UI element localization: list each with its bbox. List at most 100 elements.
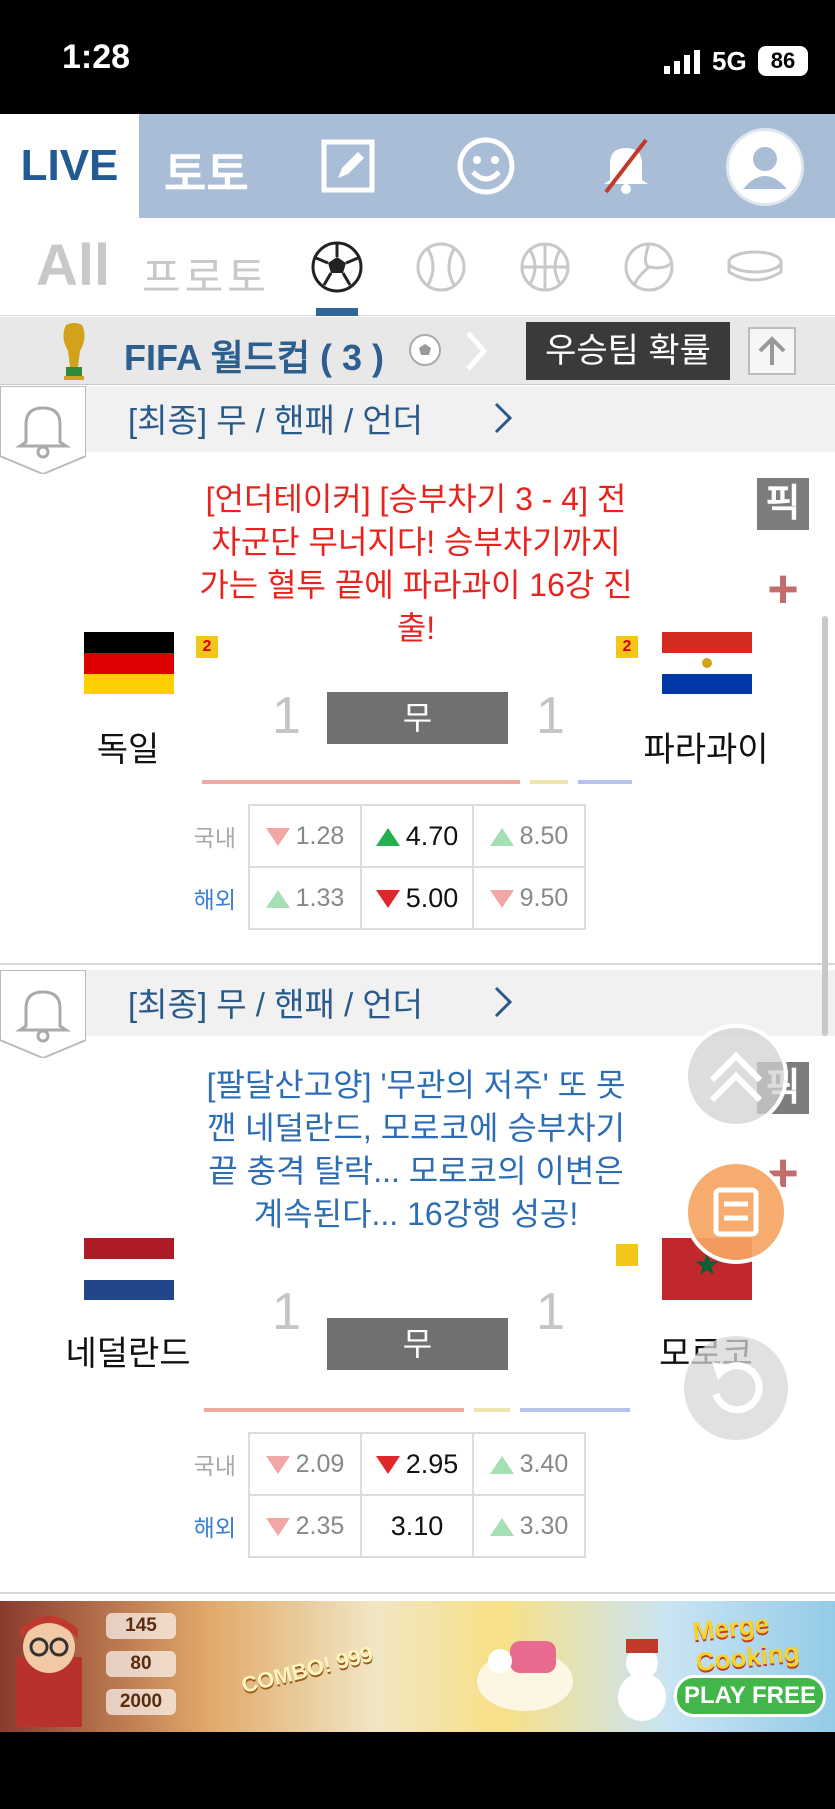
odds-cell[interactable]: 3.10 xyxy=(360,1494,474,1558)
tab-proto[interactable]: 프로토 xyxy=(142,244,270,305)
home-rank-badge: 2 xyxy=(196,636,218,658)
refresh-button[interactable] xyxy=(684,1336,788,1440)
germany-flag-icon xyxy=(84,632,174,694)
bell-icon[interactable] xyxy=(0,970,86,1058)
list-menu-button[interactable] xyxy=(684,1160,788,1264)
chevron-right-icon[interactable] xyxy=(492,400,516,436)
overseas-label: 해외 xyxy=(193,1515,236,1541)
overseas-label: 해외 xyxy=(193,887,236,913)
odds-cell[interactable]: 2.35 xyxy=(248,1494,362,1558)
up-arrow-icon xyxy=(489,827,514,846)
soccer-ball-icon xyxy=(409,334,441,366)
edit-icon[interactable] xyxy=(316,134,380,198)
basketball-icon[interactable] xyxy=(518,240,572,294)
ad-stat: 80 xyxy=(106,1651,176,1677)
away-rank-badge: 2 xyxy=(616,636,638,658)
down-arrow-icon xyxy=(265,1517,290,1536)
down-arrow-icon xyxy=(375,890,400,909)
tab-live[interactable]: LIVE xyxy=(0,114,139,218)
odds-cell[interactable]: 8.50 xyxy=(472,804,586,868)
tab-all[interactable]: All xyxy=(36,232,110,299)
odds-row-domestic: 국내 1.28 4.70 8.50 xyxy=(181,804,586,868)
sport-tabs: All 프로토 xyxy=(0,218,835,316)
home-odds-bar xyxy=(204,1408,464,1412)
arrow-up-icon xyxy=(758,336,786,365)
odds-cell[interactable]: 2.09 xyxy=(248,1432,362,1496)
match-headline[interactable]: [언더테이커] [승부차기 3 - 4] 전차군단 무너지다! 승부차기까지 가… xyxy=(196,478,636,650)
odds-cell[interactable]: 5.00 xyxy=(360,866,474,930)
home-odds-bar xyxy=(202,780,520,784)
baseball-icon[interactable] xyxy=(414,240,468,294)
play-free-button[interactable]: PLAY FREE xyxy=(674,1675,826,1717)
odds-table: 국내 1.28 4.70 8.50 해외 1.33 5.00 9.50 xyxy=(181,804,586,930)
active-tab-indicator xyxy=(316,308,358,316)
home-score: 1 xyxy=(272,687,301,745)
away-team-name[interactable]: 파라과이 xyxy=(606,722,806,771)
odds-cell[interactable]: 4.70 xyxy=(360,804,474,868)
match-result: 무 xyxy=(327,692,508,744)
down-arrow-icon xyxy=(265,1455,290,1474)
volleyball-icon[interactable] xyxy=(622,240,676,294)
refresh-icon xyxy=(712,1362,763,1414)
food-icon xyxy=(477,1641,573,1711)
odds-row-domestic: 국내 2.09 2.95 3.40 xyxy=(181,1432,586,1496)
divider xyxy=(0,963,835,965)
double-chevron-up-icon xyxy=(709,1051,763,1103)
divider xyxy=(0,1592,835,1594)
tab-toto[interactable]: 토토 xyxy=(164,138,249,204)
domestic-label: 국내 xyxy=(193,825,236,851)
clock: 1:28 xyxy=(62,38,131,76)
soccer-ball-icon[interactable] xyxy=(310,240,364,294)
bell-off-icon[interactable] xyxy=(594,134,658,198)
scroll-top-button[interactable] xyxy=(684,1024,788,1128)
away-score: 1 xyxy=(536,687,565,745)
up-arrow-icon xyxy=(265,889,290,908)
ad-stat: 2000 xyxy=(106,1689,176,1715)
down-arrow-icon xyxy=(489,889,514,908)
odds-cell[interactable]: 9.50 xyxy=(472,866,586,930)
draw-odds-bar xyxy=(474,1408,510,1412)
world-cup-trophy-icon xyxy=(63,323,85,380)
match-result: 무 xyxy=(327,1318,508,1370)
battery-icon: 86 xyxy=(758,46,808,76)
bottom-bar xyxy=(0,1732,835,1809)
bell-icon[interactable] xyxy=(0,386,86,474)
away-odds-bar xyxy=(520,1408,630,1412)
chevron-right-icon[interactable] xyxy=(462,329,490,373)
pick-button[interactable]: 픽 xyxy=(757,478,809,530)
add-button[interactable]: + xyxy=(762,562,804,616)
home-team-name[interactable]: 네덜란드 xyxy=(28,1326,228,1375)
up-arrow-icon xyxy=(489,1455,514,1474)
match-status[interactable]: [최종] 무 / 핸패 / 언더 xyxy=(128,394,423,442)
match-headline[interactable]: [팔달산고양] '무관의 저주' 또 못 깬 네덜란드, 모로코에 승부차기 끝… xyxy=(196,1064,636,1236)
odds-row-overseas: 해외 1.33 5.00 9.50 xyxy=(181,866,586,930)
ad-combo-text: COMBO! 999 xyxy=(238,1641,376,1698)
home-score: 1 xyxy=(272,1283,301,1341)
domestic-label: 국내 xyxy=(193,1453,236,1479)
home-team-name[interactable]: 독일 xyxy=(28,722,228,771)
win-probability-button[interactable]: 우승팀 확률 xyxy=(526,322,730,380)
odds-cell[interactable]: 1.28 xyxy=(248,804,362,868)
away-rank-badge xyxy=(616,1244,638,1266)
smile-icon[interactable] xyxy=(454,134,518,198)
ad-banner[interactable]: 145 80 2000 COMBO! 999 Merge Cooking PLA… xyxy=(0,1601,835,1732)
scrollbar[interactable] xyxy=(822,616,828,1036)
odds-row-overseas: 해외 2.35 3.10 3.30 xyxy=(181,1494,586,1558)
odds-cell[interactable]: 3.30 xyxy=(472,1494,586,1558)
odds-cell[interactable]: 1.33 xyxy=(248,866,362,930)
down-arrow-icon xyxy=(375,1456,400,1475)
up-arrow-icon xyxy=(489,1517,514,1536)
scroll-up-button[interactable] xyxy=(748,327,796,375)
league-name[interactable]: FIFA 월드컵 ( 3 ) xyxy=(124,329,384,381)
odds-cell[interactable]: 2.95 xyxy=(360,1432,474,1496)
profile-avatar[interactable] xyxy=(726,128,804,206)
status-bar: 1:28 5G 86 xyxy=(0,0,835,114)
network-label: 5G xyxy=(712,46,747,76)
chevron-right-icon[interactable] xyxy=(492,984,516,1020)
game-character-icon xyxy=(16,1616,82,1727)
odds-cell[interactable]: 3.40 xyxy=(472,1432,586,1496)
top-nav: LIVE 토토 xyxy=(0,114,835,218)
hockey-puck-icon[interactable] xyxy=(726,240,784,294)
match-status[interactable]: [최종] 무 / 핸패 / 언더 xyxy=(128,978,423,1026)
paraguay-flag-icon xyxy=(662,632,752,694)
